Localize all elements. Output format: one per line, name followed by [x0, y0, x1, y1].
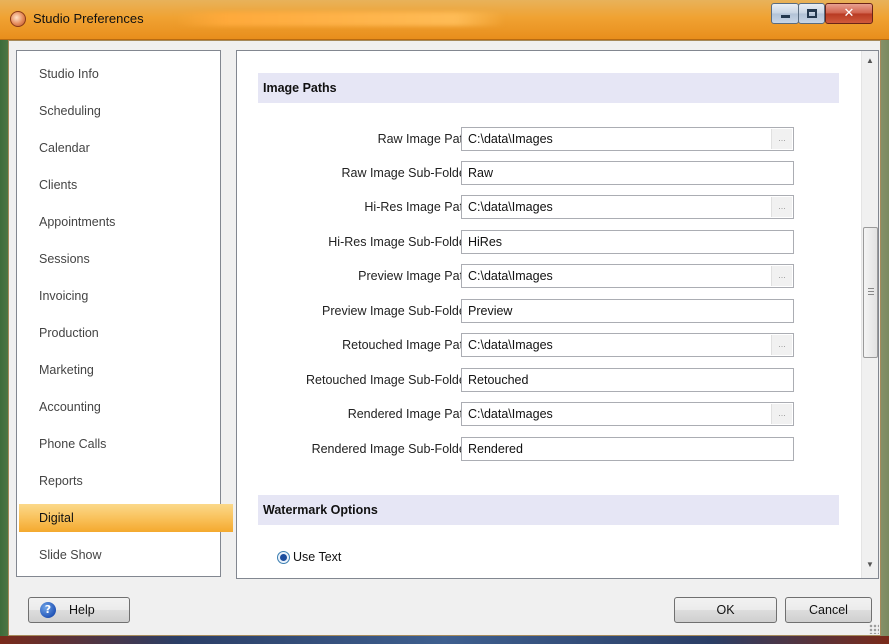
sidebar-item-clients[interactable]: Clients [18, 171, 217, 199]
retouched-image-subfolder-field[interactable]: Retouched [461, 368, 794, 392]
raw-image-path-browse-button[interactable]: ... [771, 129, 792, 149]
retouched-image-path-value: C:\data\Images [468, 338, 553, 352]
sidebar-item-phone-calls[interactable]: Phone Calls [18, 430, 217, 458]
close-icon: ✕ [843, 6, 855, 21]
use-text-option[interactable]: Use Text [277, 550, 341, 564]
preview-image-path-field[interactable]: C:\data\Images ... [461, 264, 794, 288]
hires-image-subfolder-label: Hi-Res Image Sub-Folder [328, 235, 470, 249]
preview-image-subfolder-field[interactable]: Preview [461, 299, 794, 323]
background-taskbar-strip [0, 636, 889, 644]
maximize-icon [806, 9, 817, 18]
help-question-icon: ? [40, 602, 56, 618]
sidebar-item-digital[interactable]: Digital [19, 504, 233, 532]
raw-image-subfolder-field[interactable]: Raw [461, 161, 794, 185]
retouched-image-subfolder-label: Retouched Image Sub-Folder [306, 373, 470, 387]
hires-image-subfolder-field[interactable]: HiRes [461, 230, 794, 254]
retouched-image-path-label: Retouched Image Path [342, 338, 470, 352]
vertical-scrollbar[interactable]: ▲ ▼ [861, 51, 878, 578]
preferences-category-list[interactable]: Studio Info Scheduling Calendar Clients … [16, 50, 233, 577]
hires-image-path-value: C:\data\Images [468, 200, 553, 214]
rendered-image-path-value: C:\data\Images [468, 407, 553, 421]
preview-image-subfolder-value: Preview [468, 304, 513, 318]
rendered-image-path-browse-button[interactable]: ... [771, 404, 792, 424]
sidebar-item-calendar[interactable]: Calendar [18, 134, 217, 162]
sidebar-item-accounting[interactable]: Accounting [18, 393, 217, 421]
use-text-label[interactable]: Use Text [293, 550, 341, 564]
preview-image-path-label: Preview Image Path [358, 269, 470, 283]
hires-image-path-browse-button[interactable]: ... [771, 197, 792, 217]
sidebar-item-studio-info[interactable]: Studio Info [18, 60, 217, 88]
minimize-icon [780, 15, 790, 18]
radio-dot [280, 553, 287, 561]
sidebar-item-production[interactable]: Production [18, 319, 217, 347]
retouched-image-path-browse-button[interactable]: ... [771, 335, 792, 355]
title-bar[interactable]: Studio Preferences ✕ [0, 0, 889, 40]
sidebar-item-invoicing[interactable]: Invoicing [18, 282, 217, 310]
raw-image-subfolder-value: Raw [468, 166, 494, 180]
image-paths-header: Image Paths [258, 73, 839, 103]
preview-image-subfolder-label: Preview Image Sub-Folder [322, 304, 470, 318]
sidebar-item-marketing[interactable]: Marketing [18, 356, 217, 384]
raw-image-path-value: C:\data\Images [468, 132, 553, 146]
rendered-image-path-label: Rendered Image Path [347, 407, 470, 421]
rendered-image-subfolder-value: Rendered [468, 442, 523, 456]
retouched-image-subfolder-value: Retouched [468, 373, 529, 387]
cancel-button[interactable]: Cancel [785, 597, 872, 623]
sidebar-item-appointments[interactable]: Appointments [18, 208, 217, 236]
hires-image-path-field[interactable]: C:\data\Images ... [461, 195, 794, 219]
close-button[interactable]: ✕ [825, 3, 873, 24]
retouched-image-path-field[interactable]: C:\data\Images ... [461, 333, 794, 357]
radio-selected-icon[interactable] [277, 550, 290, 564]
help-button[interactable]: ? Help [28, 597, 130, 623]
watermark-options-header: Watermark Options [258, 495, 839, 525]
hires-image-subfolder-value: HiRes [468, 235, 503, 249]
resize-grip-icon[interactable] [869, 624, 879, 634]
sidebar-item-scheduling[interactable]: Scheduling [18, 97, 217, 125]
digital-settings-panel[interactable]: Image Paths Raw Image Path C:\data\Image… [236, 50, 879, 579]
studio-logo-icon[interactable] [10, 11, 26, 27]
rendered-image-path-field[interactable]: C:\data\Images ... [461, 402, 794, 426]
scroll-up-arrow-icon[interactable]: ▲ [862, 52, 878, 69]
sidebar-item-reports[interactable]: Reports [18, 467, 217, 495]
help-button-label: Help [69, 603, 95, 617]
sidebar-item-slide-show[interactable]: Slide Show [18, 541, 217, 569]
hires-image-path-label: Hi-Res Image Path [364, 200, 470, 214]
scroll-thumb[interactable] [863, 227, 878, 358]
minimize-button[interactable] [771, 3, 799, 24]
scroll-down-arrow-icon[interactable]: ▼ [862, 556, 878, 573]
ok-button[interactable]: OK [674, 597, 777, 623]
raw-image-path-label: Raw Image Path [377, 132, 470, 146]
rendered-image-subfolder-field[interactable]: Rendered [461, 437, 794, 461]
raw-image-subfolder-label: Raw Image Sub-Folder [341, 166, 470, 180]
preview-image-path-value: C:\data\Images [468, 269, 553, 283]
raw-image-path-field[interactable]: C:\data\Images ... [461, 127, 794, 151]
sidebar-item-sessions[interactable]: Sessions [18, 245, 217, 273]
preview-image-path-browse-button[interactable]: ... [771, 266, 792, 286]
title-bar-obscured-area [175, 12, 505, 26]
rendered-image-subfolder-label: Rendered Image Sub-Folder [311, 442, 470, 456]
window-title: Studio Preferences [33, 11, 144, 26]
maximize-button[interactable] [798, 3, 825, 24]
grip-icon [868, 288, 874, 295]
